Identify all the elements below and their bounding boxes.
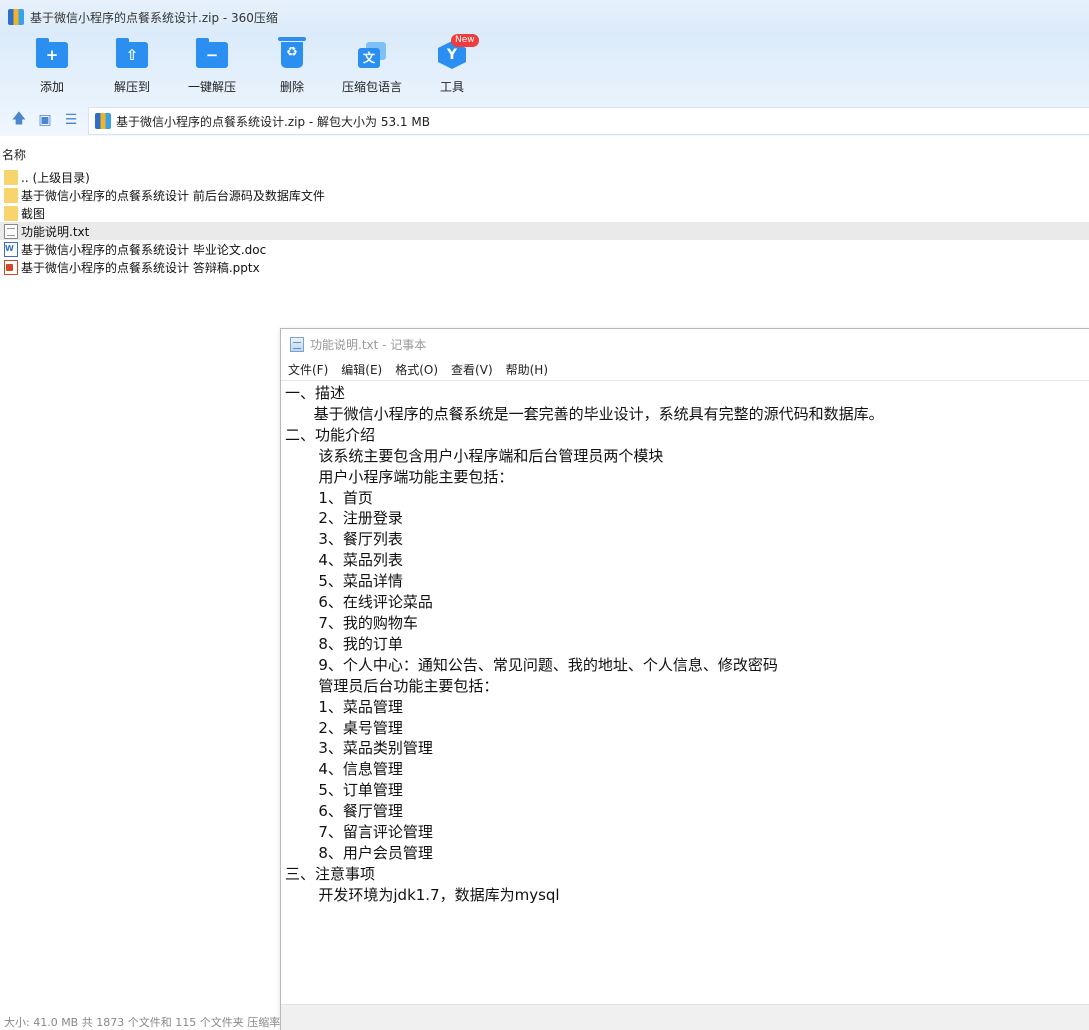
notepad-line: 基于微信小程序的点餐系统是一套完善的毕业设计，系统具有完整的源代码和数据库。 xyxy=(285,404,884,423)
file-name: .. (上级目录) xyxy=(21,170,90,185)
notepad-line: 1、菜品管理 xyxy=(285,697,403,716)
column-header-name[interactable]: 名称 xyxy=(0,146,1089,164)
file-row-parent-dir[interactable]: .. (上级目录) xyxy=(0,168,1089,186)
notepad-line: 二、功能介绍 xyxy=(285,425,376,444)
extract-to-button[interactable]: ⇧ 解压到 xyxy=(92,34,172,104)
notepad-line: 该系统主要包含用户小程序端和后台管理员两个模块 xyxy=(285,446,664,465)
menu-help[interactable]: 帮助(H) xyxy=(506,361,548,378)
one-click-extract-button[interactable]: − 一键解压 xyxy=(172,34,252,104)
list-view-icon[interactable]: ☰ xyxy=(58,106,84,134)
archive-window-title: 基于微信小程序的点餐系统设计.zip - 360压缩 xyxy=(30,10,278,25)
extract-to-button-label: 解压到 xyxy=(113,80,150,94)
notepad-line: 管理员后台功能主要包括： xyxy=(285,676,499,695)
file-name: 截图 xyxy=(21,206,46,221)
notepad-line: 7、留言评论管理 xyxy=(285,823,433,842)
menu-file[interactable]: 文件(F) xyxy=(288,361,328,378)
notepad-line: 用户小程序端功能主要包括： xyxy=(285,467,514,486)
notepad-window: 功能说明.txt - 记事本 文件(F) 编辑(E) 格式(O) 查看(V) 帮… xyxy=(280,328,1089,1030)
language-icon: 文 xyxy=(358,42,386,68)
file-row-thesis-doc[interactable]: 基于微信小程序的点餐系统设计 毕业论文.doc xyxy=(0,240,1089,258)
extract-to-icon: ⇧ xyxy=(116,38,148,68)
notepad-line: 2、桌号管理 xyxy=(285,718,403,737)
notepad-icon xyxy=(290,336,304,352)
file-name: 基于微信小程序的点餐系统设计 毕业论文.doc xyxy=(21,242,267,257)
one-click-extract-button-label: 一键解压 xyxy=(187,80,236,94)
notepad-menubar: 文件(F) 编辑(E) 格式(O) 查看(V) 帮助(H) xyxy=(281,359,1089,381)
file-name: 基于微信小程序的点餐系统设计 前后台源码及数据库文件 xyxy=(21,188,325,203)
tools-button[interactable]: Y New 工具 xyxy=(412,34,492,104)
zip-file-icon xyxy=(95,113,111,129)
notepad-line: 开发环境为jdk1.7，数据库为mysql xyxy=(285,885,560,904)
archive-titlebar: 基于微信小程序的点餐系统设计.zip - 360压缩 xyxy=(0,0,1089,34)
notepad-line: 4、信息管理 xyxy=(285,760,403,779)
file-list: .. (上级目录) 基于微信小程序的点餐系统设计 前后台源码及数据库文件 截图 … xyxy=(0,168,1089,276)
file-row-defense-pptx[interactable]: 基于微信小程序的点餐系统设计 答辩稿.pptx xyxy=(0,258,1089,276)
file-name: 功能说明.txt xyxy=(21,224,90,239)
path-field[interactable]: 基于微信小程序的点餐系统设计.zip - 解包大小为 53.1 MB xyxy=(88,107,1089,135)
word-doc-icon xyxy=(4,241,18,257)
notepad-line: 3、菜品类别管理 xyxy=(285,739,433,758)
archive-toolbar: + 添加 ⇧ 解压到 − 一键解压 ♻ 删除 文 压缩包语言 Y New 工具 xyxy=(0,34,1089,104)
text-file-icon xyxy=(4,223,18,239)
notepad-line: 7、我的购物车 xyxy=(285,613,418,632)
one-click-extract-icon: − xyxy=(196,38,228,68)
notepad-horizontal-scrollbar[interactable] xyxy=(281,1004,1089,1030)
recycle-bin-icon: ♻ xyxy=(278,37,306,68)
folder-icon xyxy=(4,169,18,185)
notepad-line: 1、首页 xyxy=(285,488,373,507)
thumbnail-view-icon[interactable]: ▣ xyxy=(32,106,58,134)
add-button-label: 添加 xyxy=(39,80,64,94)
up-arrow-icon[interactable]: 🡅 xyxy=(6,106,32,134)
menu-edit[interactable]: 编辑(E) xyxy=(341,361,382,378)
file-row-screenshots-folder[interactable]: 截图 xyxy=(0,204,1089,222)
archive-app-icon xyxy=(8,9,24,25)
notepad-line: 6、餐厅管理 xyxy=(285,802,403,821)
archive-language-button-label: 压缩包语言 xyxy=(341,80,402,94)
file-name: 基于微信小程序的点餐系统设计 答辩稿.pptx xyxy=(21,260,260,275)
address-bar: 🡅 ▣ ☰ 基于微信小程序的点餐系统设计.zip - 解包大小为 53.1 MB xyxy=(0,104,1089,136)
notepad-line: 6、在线评论菜品 xyxy=(285,593,433,612)
powerpoint-icon xyxy=(4,259,18,275)
tools-button-label: 工具 xyxy=(439,80,464,94)
notepad-line: 3、餐厅列表 xyxy=(285,530,403,549)
folder-icon xyxy=(4,187,18,203)
file-row-readme-txt[interactable]: 功能说明.txt xyxy=(0,222,1089,240)
notepad-line: 5、订单管理 xyxy=(285,781,403,800)
notepad-line: 8、用户会员管理 xyxy=(285,843,433,862)
path-text: 基于微信小程序的点餐系统设计.zip - 解包大小为 53.1 MB xyxy=(116,114,430,129)
notepad-line: 5、菜品详情 xyxy=(285,572,403,591)
notepad-line: 8、我的订单 xyxy=(285,634,403,653)
add-button[interactable]: + 添加 xyxy=(12,34,92,104)
notepad-line: 2、注册登录 xyxy=(285,509,403,528)
add-folder-icon: + xyxy=(36,38,68,68)
notepad-line: 一、描述 xyxy=(285,384,346,402)
delete-button-label: 删除 xyxy=(279,80,304,94)
new-badge: New xyxy=(451,34,479,47)
notepad-line: 4、菜品列表 xyxy=(285,551,403,570)
notepad-titlebar: 功能说明.txt - 记事本 xyxy=(281,329,1089,359)
menu-format[interactable]: 格式(O) xyxy=(395,361,438,378)
file-row-source-folder[interactable]: 基于微信小程序的点餐系统设计 前后台源码及数据库文件 xyxy=(0,186,1089,204)
notepad-text-area[interactable]: 一、描述 基于微信小程序的点餐系统是一套完善的毕业设计，系统具有完整的源代码和数… xyxy=(285,381,1085,1003)
menu-view[interactable]: 查看(V) xyxy=(451,361,493,378)
notepad-line: 三、注意事项 xyxy=(285,864,376,883)
archive-language-button[interactable]: 文 压缩包语言 xyxy=(332,34,412,104)
notepad-title: 功能说明.txt - 记事本 xyxy=(310,337,427,352)
folder-icon xyxy=(4,205,18,221)
notepad-line: 9、个人中心：通知公告、常见问题、我的地址、个人信息、修改密码 xyxy=(285,655,778,674)
delete-button[interactable]: ♻ 删除 xyxy=(252,34,332,104)
